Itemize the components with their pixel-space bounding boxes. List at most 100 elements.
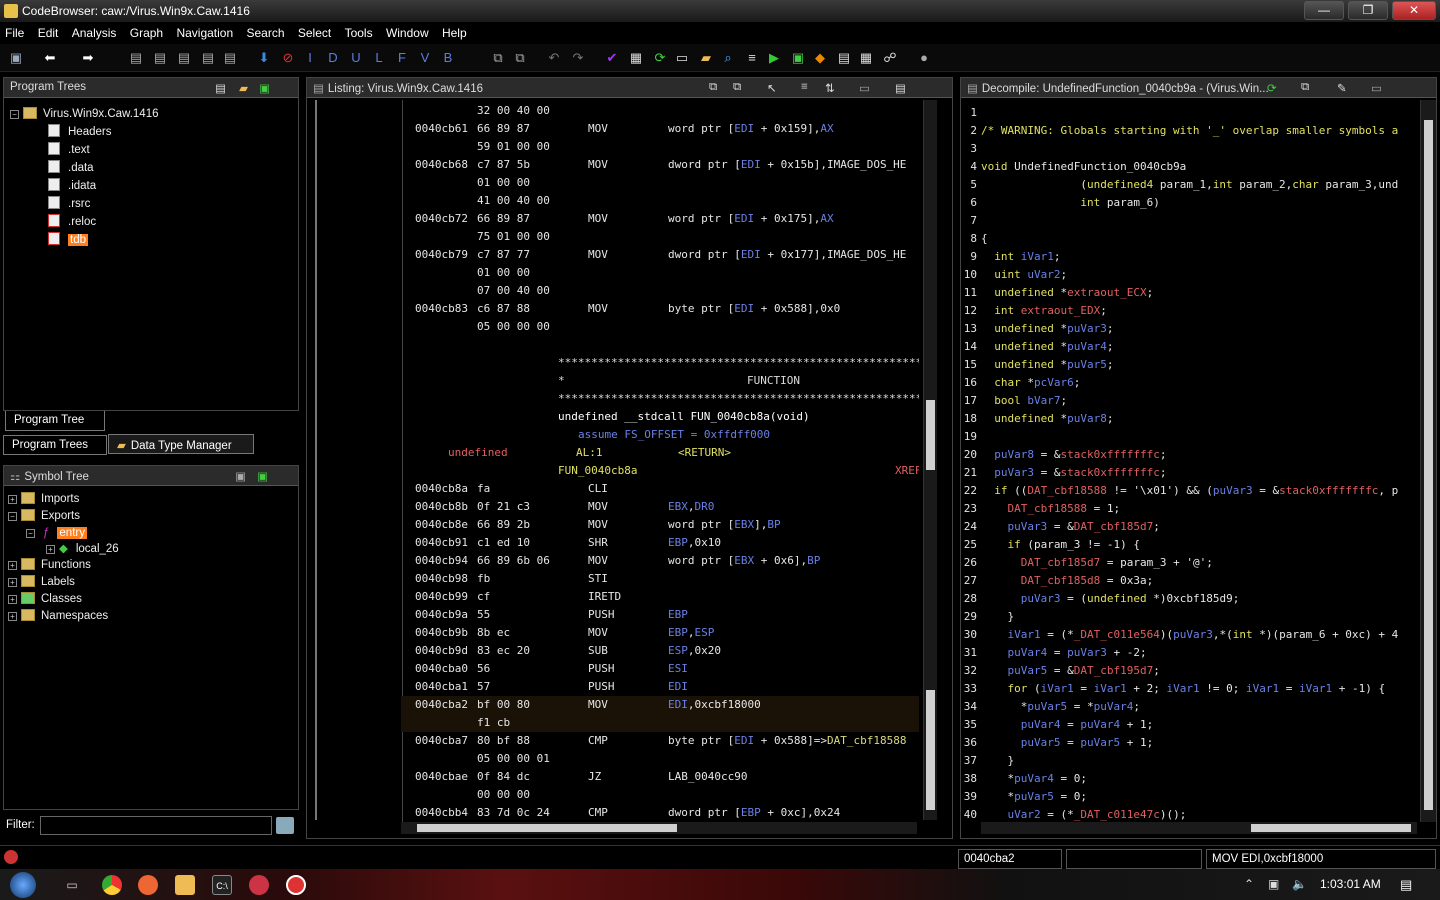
nav-V-button[interactable]: V (417, 50, 433, 66)
tab-data-type-manager[interactable]: ▰ Data Type Manager (108, 434, 254, 454)
save-icon[interactable]: ▣ (8, 50, 24, 66)
listing-address[interactable]: 0040cb79 (415, 246, 468, 264)
flow-icon[interactable]: ⇅ (825, 81, 835, 95)
grid-icon[interactable]: ▦ (858, 50, 874, 66)
listing-row[interactable]: 0040cb94 66 89 6b 06 MOV word ptr [EBX + 0x… (401, 552, 919, 570)
decompile-line[interactable]: 27 DAT_cbf185d8 = 0x3a; (961, 572, 1419, 590)
decompile-code[interactable]: int extraout_EDX; (981, 302, 1107, 320)
decompile-code[interactable]: /* WARNING: Globals starting with '_' ov… (981, 122, 1398, 140)
decompile-code[interactable]: char *pcVar6; (981, 374, 1080, 392)
add-icon[interactable]: ▣ (259, 81, 270, 95)
listing-mnemonic[interactable]: STI (588, 570, 608, 588)
listing-mnemonic[interactable]: PUSH (588, 660, 615, 678)
listing-content[interactable]: 32 00 40 00 0040cb61 66 89 87 MOV word ptr [… (401, 100, 919, 830)
listing-operands[interactable]: word ptr [EDI + 0x159],AX (668, 120, 834, 138)
decompile-code[interactable]: puVar4 = puVar3 + -2; (981, 644, 1147, 662)
play-icon[interactable]: ▶ (766, 50, 782, 66)
decompile-code[interactable]: if (param_3 != -1) { (981, 536, 1140, 554)
decompile-code[interactable]: DAT_cbf185d7 = param_3 + '@'; (981, 554, 1213, 572)
listing-row[interactable]: 0040cb9a 55 PUSH EBP (401, 606, 919, 624)
decompile-code[interactable]: (undefined4 param_1,int param_2,char par… (981, 176, 1398, 194)
listing-operands[interactable]: word ptr [EDI + 0x175],AX (668, 210, 834, 228)
listing-address[interactable]: 0040cb98 (415, 570, 468, 588)
listing-operands[interactable]: dword ptr [EDI + 0x177],IMAGE_DOS_HE (668, 246, 906, 264)
chrome-icon[interactable] (102, 875, 122, 895)
listing-row[interactable]: 0040cb9b 8b ec MOV EBP,ESP (401, 624, 919, 642)
ghidra-icon[interactable] (286, 875, 306, 895)
down-arrow-icon[interactable]: ⬇ (256, 50, 272, 66)
listing-hscroll[interactable] (401, 822, 917, 834)
edit-icon[interactable]: ✎ (1337, 81, 1347, 95)
nav-D-button[interactable]: D (325, 50, 341, 66)
decompile-line[interactable]: 35 puVar4 = puVar4 + 1; (961, 716, 1419, 734)
symbol-action-icon[interactable]: ▣ (235, 469, 246, 483)
listing-operands[interactable]: EDI (668, 678, 688, 696)
listing-row[interactable]: f1 cb (401, 714, 919, 732)
decompile-line[interactable]: 20 puVar8 = &stack0xfffffffc; (961, 446, 1419, 464)
decompile-code[interactable]: puVar8 = &stack0xfffffffc; (981, 446, 1166, 464)
listing-row[interactable]: 0040cb61 66 89 87 MOV word ptr [EDI + 0x159… (401, 120, 919, 138)
decompile-scrollbar[interactable] (1420, 100, 1436, 822)
listing-address[interactable]: 0040cba7 (415, 732, 468, 750)
cursor-icon[interactable]: ↖ (767, 81, 777, 95)
listing-row[interactable]: 0040cb8e 66 89 2b MOV word ptr [EBX],BP (401, 516, 919, 534)
task-view-icon[interactable]: ▭ (62, 875, 82, 895)
listing-mnemonic[interactable]: IRETD (588, 588, 621, 606)
start-button-icon[interactable] (10, 872, 36, 898)
decompile-line[interactable]: 26 DAT_cbf185d7 = param_3 + '@'; (961, 554, 1419, 572)
listing-mnemonic[interactable]: SHR (588, 534, 608, 552)
decompile-line[interactable]: 14 undefined *puVar4; (961, 338, 1419, 356)
listing-address[interactable]: 0040cb68 (415, 156, 468, 174)
listing-row[interactable]: 0040cb98 fb STI (401, 570, 919, 588)
tree-item-reloc[interactable]: .reloc (48, 214, 96, 231)
listing-row[interactable]: 05 00 00 00 (401, 318, 919, 336)
copy-icon[interactable]: ⧉ (709, 81, 717, 94)
decompile-code[interactable]: *puVar4 = 0; (981, 770, 1087, 788)
decompile-line[interactable]: 22 if ((DAT_cbf18588 != '\x01') && (puVa… (961, 482, 1419, 500)
decompile-line[interactable]: 17 bool bVar7; (961, 392, 1419, 410)
listing-row[interactable]: 0040cb72 66 89 87 MOV word ptr [EDI + 0x175… (401, 210, 919, 228)
decompile-line[interactable]: 23 DAT_cbf18588 = 1; (961, 500, 1419, 518)
listing-row[interactable]: 41 00 40 00 (401, 192, 919, 210)
snapshot-icon[interactable]: ▭ (859, 81, 870, 95)
listing-operands[interactable]: byte ptr [EDI + 0x588]=>DAT_cbf18588 (668, 732, 906, 750)
listing-operands[interactable]: dword ptr [EDI + 0x15b],IMAGE_DOS_HE (668, 156, 906, 174)
listing-mnemonic[interactable]: SUB (588, 642, 608, 660)
symbol-entry[interactable]: − ƒ entry (26, 525, 87, 542)
console-icon[interactable] (4, 850, 18, 864)
tree-item-data[interactable]: .data (48, 160, 94, 177)
listing-row[interactable]: 01 00 00 (401, 264, 919, 282)
nav-L-button[interactable]: L (371, 50, 387, 66)
symbol-namespaces[interactable]: + Namespaces (8, 608, 108, 625)
listing-address[interactable]: 0040cb83 (415, 300, 468, 318)
tree-root[interactable]: − Virus.Win9x.Caw.1416 (10, 106, 158, 123)
listing-row[interactable]: 07 00 40 00 (401, 282, 919, 300)
volume-icon[interactable]: 🔈 (1292, 877, 1307, 891)
listing-row[interactable]: 0040cba1 57 PUSH EDI (401, 678, 919, 696)
help-icon[interactable]: ● (916, 50, 932, 66)
listing-row[interactable]: 0040cb8a fa CLI (401, 480, 919, 498)
symbol-local[interactable]: + ◆ local_26 (46, 541, 119, 558)
decompile-code[interactable]: void UndefinedFunction_0040cb9a (981, 158, 1186, 176)
back-arrow-icon[interactable]: ⬅ (42, 50, 58, 66)
stop-icon[interactable]: ⊘ (280, 50, 296, 66)
decompile-hscroll[interactable] (981, 822, 1417, 834)
decompile-line[interactable]: 16 char *pcVar6; (961, 374, 1419, 392)
listing-row[interactable]: 32 00 40 00 (401, 102, 919, 120)
filter-input[interactable] (40, 816, 272, 835)
decompile-code[interactable]: } (981, 752, 1014, 770)
decompile-line[interactable]: 25 if (param_3 != -1) { (961, 536, 1419, 554)
menu-analysis[interactable]: Analysis (67, 22, 122, 40)
tree-item-rsrc[interactable]: .rsrc (48, 196, 90, 213)
listing-mnemonic[interactable]: MOV (588, 624, 608, 642)
new-tree-icon[interactable]: ▤ (215, 81, 226, 95)
collapse-icon[interactable]: − (10, 110, 19, 119)
listing-mnemonic[interactable]: CMP (588, 732, 608, 750)
decompile-code[interactable]: puVar3 = &DAT_cbf185d7; (981, 518, 1160, 536)
search-icon[interactable]: ⌕ (720, 50, 736, 66)
decompile-code[interactable]: iVar1 = (*_DAT_c011e564)(puVar3,*(int *)… (981, 626, 1399, 644)
decompile-line[interactable]: 38 *puVar4 = 0; (961, 770, 1419, 788)
listing-row[interactable]: 01 00 00 (401, 174, 919, 192)
listing-row[interactable]: 00 00 00 (401, 786, 919, 804)
listing-mnemonic[interactable]: PUSH (588, 606, 615, 624)
